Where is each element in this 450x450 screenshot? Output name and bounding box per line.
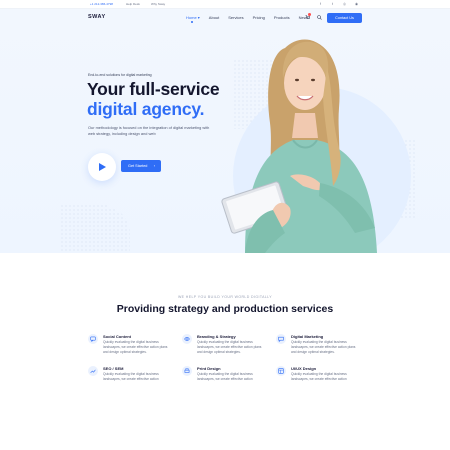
nav-item-services[interactable]: Services (228, 15, 243, 20)
nav-item-home[interactable]: Home ▾ (186, 15, 200, 23)
service-description: Quickly evaluating the digital business … (197, 372, 253, 381)
service-description: Quickly evaluating the digital business … (291, 340, 356, 354)
get-started-button[interactable]: Get Started › (121, 160, 161, 172)
service-title: Social Content (103, 334, 132, 339)
search-icon[interactable] (317, 15, 322, 21)
why-sway-link[interactable]: Why Sway (151, 2, 165, 6)
headline-line-2: digital agency. (87, 99, 205, 119)
chevron-right-icon: › (153, 164, 155, 168)
nav-item-pricing[interactable]: Pricing (253, 15, 265, 20)
eye-icon (182, 334, 192, 344)
site-header: SWAY Home ▾ About Services Pricing Produ… (0, 9, 450, 29)
message-icon (276, 334, 286, 344)
phone-number[interactable]: +1 212-386-4798 (90, 2, 113, 6)
contact-us-button[interactable]: Contact Us (327, 13, 362, 23)
cart-badge (308, 13, 311, 16)
layout-icon (276, 366, 286, 376)
print-icon (182, 366, 192, 376)
facebook-icon[interactable]: f (318, 2, 323, 7)
chat-icon (88, 334, 98, 344)
hero-headline: Your full-service digital agency. (87, 79, 220, 119)
hero-description: Our methodology is focused on the integr… (88, 125, 210, 136)
social-links: f t ◎ ◉ (318, 2, 359, 7)
play-video-button[interactable] (88, 153, 116, 181)
service-description: Quickly evaluating the digital business … (291, 372, 347, 381)
dot-pattern (60, 204, 130, 253)
top-bar: +1 212-386-4798 Help Desk Why Sway f t ◎… (0, 0, 450, 9)
headline-line-1: Your full-service (87, 79, 220, 99)
hero-tagline: End-to-end solutions for digital marketi… (88, 73, 152, 77)
service-title: Print Design (197, 366, 221, 371)
nav-item-about[interactable]: About (209, 15, 219, 20)
main-nav: Home ▾ About Services Pricing Products N… (186, 15, 309, 23)
header-icons (305, 13, 322, 21)
twitter-icon[interactable]: t (330, 2, 335, 7)
play-icon (99, 163, 106, 171)
services-title: Providing strategy and production servic… (116, 303, 334, 315)
service-description: Quickly evaluating the digital business … (197, 340, 262, 354)
dribbble-icon[interactable]: ◉ (354, 2, 359, 7)
service-description: Quickly evaluating the digital business … (103, 372, 159, 381)
service-title: Branding & Strategy (197, 334, 236, 339)
service-title: Digital Marketing (291, 334, 324, 339)
service-title: SEO / SEM (103, 366, 124, 371)
nav-item-products[interactable]: Products (274, 15, 290, 20)
services-eyebrow: WE HELP YOU BUILD YOUR WORLD DIGITALLY (177, 295, 273, 299)
site-logo[interactable]: SWAY (88, 14, 106, 20)
chart-icon (88, 366, 98, 376)
service-description: Quickly evaluating the digital business … (103, 340, 168, 354)
help-desk-link[interactable]: Help Desk (126, 2, 140, 6)
service-title: UI/UX Design (291, 366, 317, 371)
hero-woman-image (221, 39, 377, 253)
instagram-icon[interactable]: ◎ (342, 2, 347, 7)
get-started-label: Get Started (128, 164, 148, 168)
cart-icon[interactable] (305, 13, 311, 21)
